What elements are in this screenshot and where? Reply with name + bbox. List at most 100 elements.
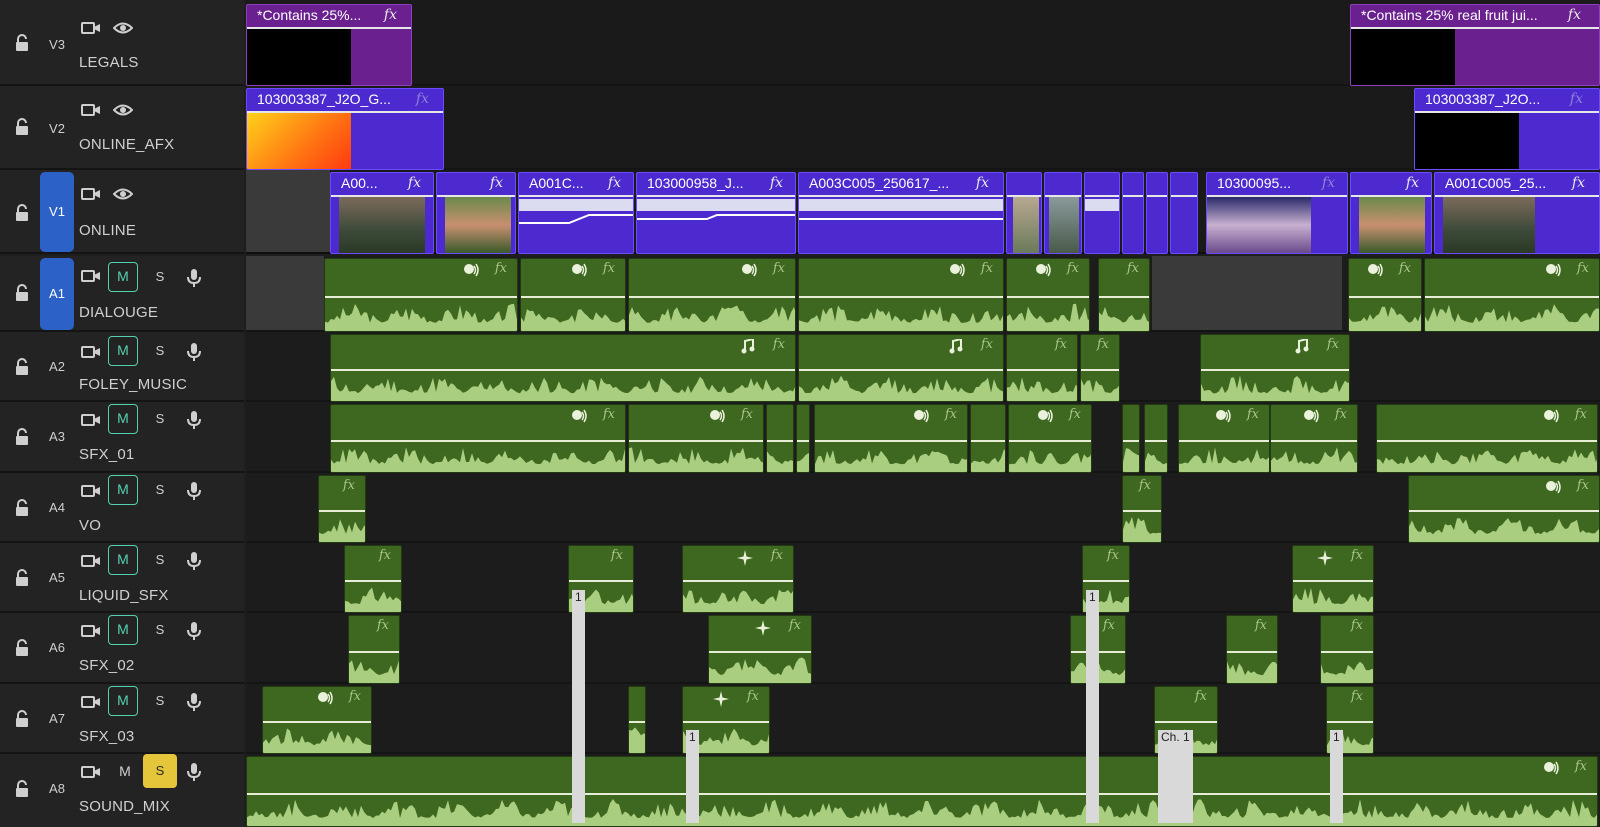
- audio-clip-a1[interactable]: fx: [1348, 258, 1422, 332]
- fx-badge[interactable]: fx: [1255, 618, 1267, 633]
- audio-clip-a2[interactable]: fx: [798, 334, 1004, 402]
- camera-icon[interactable]: [81, 186, 101, 202]
- microphone-icon[interactable]: [184, 342, 204, 362]
- fx-badge[interactable]: fx: [773, 337, 785, 352]
- track-id[interactable]: A2: [40, 356, 74, 378]
- fx-badge[interactable]: fx: [770, 175, 783, 191]
- audio-clip-a3[interactable]: fx: [628, 404, 764, 473]
- fx-badge[interactable]: fx: [1568, 7, 1581, 23]
- track-lane-a5[interactable]: [246, 543, 1600, 613]
- eye-icon[interactable]: [113, 20, 133, 36]
- track-header-a8[interactable]: A8 M S SOUND_MIX: [0, 754, 244, 827]
- clip-legal-1[interactable]: *Contains 25%... fx: [246, 4, 412, 86]
- fx-badge[interactable]: fx: [384, 7, 397, 23]
- track-header-v2[interactable]: V2 ONLINE_AFX: [0, 86, 244, 170]
- audio-clip-a3[interactable]: fx: [1008, 404, 1092, 473]
- audio-clip-a8[interactable]: fx: [246, 756, 1598, 827]
- camera-icon[interactable]: [81, 483, 101, 499]
- track-id[interactable]: V1: [40, 172, 74, 252]
- lock-icon[interactable]: [14, 428, 30, 446]
- fx-badge[interactable]: fx: [408, 175, 421, 191]
- fx-badge[interactable]: fx: [1247, 407, 1259, 422]
- fx-badge[interactable]: fx: [981, 337, 993, 352]
- fx-badge[interactable]: fx: [789, 618, 801, 633]
- audio-clip-a2[interactable]: fx: [1200, 334, 1350, 402]
- mute-button[interactable]: M: [110, 756, 140, 786]
- microphone-icon[interactable]: [184, 268, 204, 288]
- fx-badge[interactable]: fx: [981, 261, 993, 276]
- fx-badge[interactable]: fx: [495, 261, 507, 276]
- audio-clip-a3[interactable]: [766, 404, 794, 473]
- fx-badge[interactable]: fx: [1351, 618, 1363, 633]
- mute-button[interactable]: M: [108, 404, 138, 434]
- fx-badge[interactable]: fx: [343, 478, 355, 493]
- clip-afx-1[interactable]: 103003387_J2O_G... fx: [246, 88, 444, 170]
- clip-v1-e[interactable]: A003C005_250617_... fx: [798, 172, 1004, 254]
- track-id[interactable]: A6: [40, 637, 74, 659]
- fx-badge[interactable]: fx: [1067, 261, 1079, 276]
- audio-clip-a6[interactable]: fx: [1226, 615, 1278, 684]
- fx-badge[interactable]: fx: [1335, 407, 1347, 422]
- solo-button[interactable]: S: [148, 545, 172, 575]
- track-id[interactable]: V2: [40, 118, 74, 140]
- audio-clip-a3[interactable]: fx: [330, 404, 626, 473]
- solo-button[interactable]: S: [148, 404, 172, 434]
- track-id[interactable]: A4: [40, 497, 74, 519]
- lock-icon[interactable]: [14, 499, 30, 517]
- lock-icon[interactable]: [14, 358, 30, 376]
- mute-button[interactable]: M: [108, 686, 138, 716]
- clip-v1-short-4[interactable]: [1122, 172, 1144, 254]
- fx-badge[interactable]: fx: [1055, 337, 1067, 352]
- fx-badge[interactable]: fx: [1139, 478, 1151, 493]
- fx-badge[interactable]: fx: [741, 407, 753, 422]
- audio-clip-a7[interactable]: [628, 686, 646, 754]
- camera-icon[interactable]: [81, 623, 101, 639]
- solo-button[interactable]: S: [148, 686, 172, 716]
- microphone-icon[interactable]: [184, 692, 204, 712]
- fx-badge[interactable]: fx: [377, 618, 389, 633]
- track-id[interactable]: A5: [40, 567, 74, 589]
- track-id[interactable]: A7: [40, 708, 74, 730]
- clip-v1-a[interactable]: A00... fx: [330, 172, 434, 254]
- fx-badge[interactable]: fx: [1107, 548, 1119, 563]
- lock-icon[interactable]: [14, 569, 30, 587]
- fx-badge[interactable]: fx: [1399, 261, 1411, 276]
- lock-icon[interactable]: [14, 639, 30, 657]
- fx-badge[interactable]: fx: [976, 175, 989, 191]
- track-header-a1[interactable]: A1 M S DIALOUGE: [0, 256, 244, 332]
- track-header-a6[interactable]: A6 M S SFX_02: [0, 613, 244, 684]
- audio-clip-a2[interactable]: fx: [1080, 334, 1120, 402]
- timeline[interactable]: V3 LEGALS V2 ONLINE_AFX V1 ONLINE A1 M S…: [0, 0, 1600, 827]
- track-lane-a6[interactable]: [246, 613, 1600, 684]
- clip-marker[interactable]: 1: [1086, 590, 1099, 823]
- solo-button[interactable]: S: [143, 754, 177, 788]
- audio-clip-a3[interactable]: fx: [1270, 404, 1358, 473]
- clip-v1-short-3[interactable]: [1084, 172, 1120, 254]
- lock-icon[interactable]: [14, 118, 30, 136]
- fx-badge[interactable]: fx: [1575, 759, 1587, 774]
- clip-v1-b[interactable]: fx: [436, 172, 516, 254]
- track-header-a3[interactable]: A3 M S SFX_01: [0, 402, 244, 473]
- camera-icon[interactable]: [81, 344, 101, 360]
- clip-v1-d[interactable]: 103000958_J... fx: [636, 172, 796, 254]
- camera-icon[interactable]: [81, 102, 101, 118]
- clip-afx-2[interactable]: 103003387_J2O... fx: [1414, 88, 1600, 170]
- mute-button[interactable]: M: [108, 615, 138, 645]
- track-lane-v2[interactable]: [246, 86, 1600, 170]
- audio-clip-a3[interactable]: [796, 404, 810, 473]
- microphone-icon[interactable]: [184, 481, 204, 501]
- audio-clip-a3[interactable]: [1144, 404, 1168, 473]
- fx-badge[interactable]: fx: [1577, 478, 1589, 493]
- track-header-a5[interactable]: A5 M S LIQUID_SFX: [0, 543, 244, 613]
- audio-clip-a4[interactable]: fx: [1122, 475, 1162, 543]
- fx-badge[interactable]: fx: [1351, 548, 1363, 563]
- audio-clip-a3[interactable]: fx: [1178, 404, 1270, 473]
- audio-clip-a5[interactable]: fx: [344, 545, 402, 613]
- clip-marker[interactable]: 1: [572, 590, 585, 823]
- clip-v1-short-1[interactable]: [1006, 172, 1042, 254]
- audio-clip-a6[interactable]: fx: [1320, 615, 1374, 684]
- audio-clip-a3[interactable]: fx: [814, 404, 968, 473]
- audio-clip-a5[interactable]: fx: [682, 545, 794, 613]
- track-lane-a7[interactable]: [246, 684, 1600, 754]
- fx-badge[interactable]: fx: [1322, 175, 1335, 191]
